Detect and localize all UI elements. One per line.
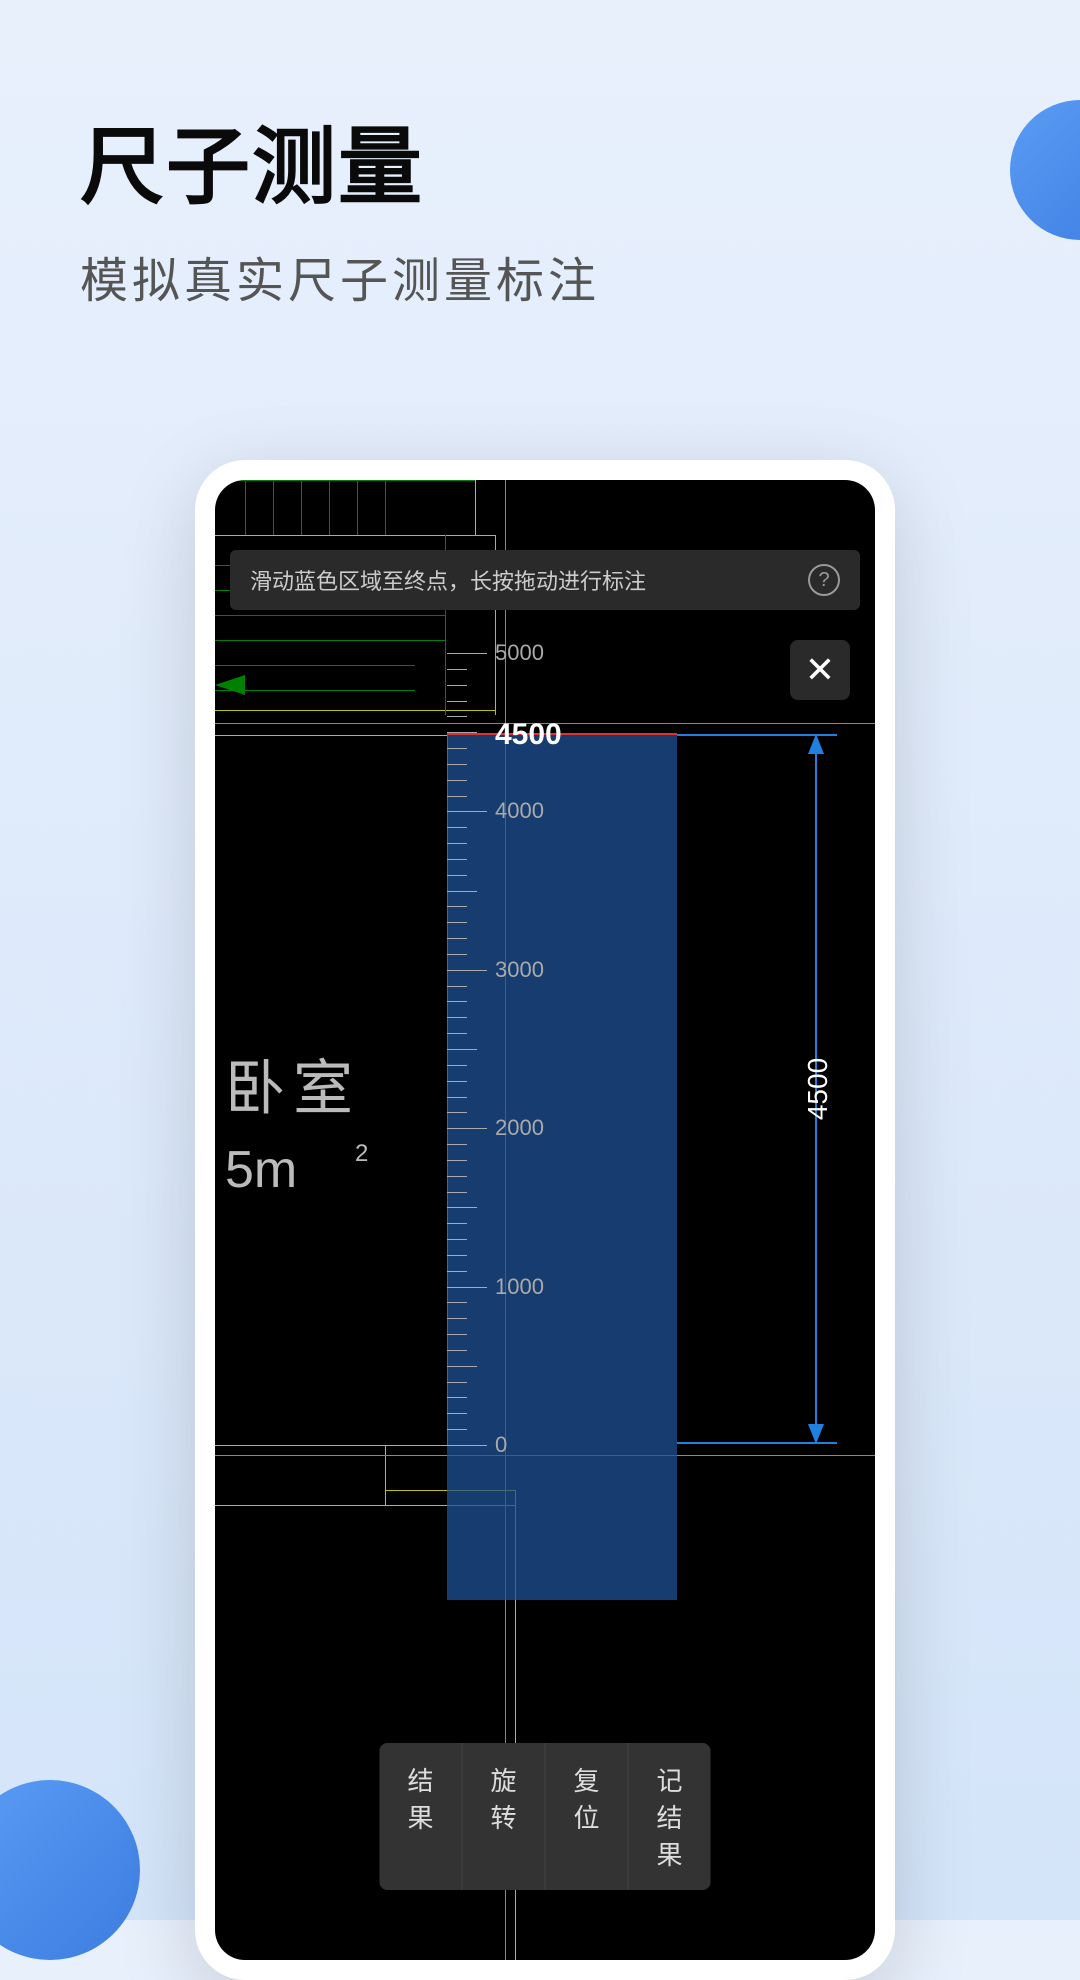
decorative-circle-bottom — [0, 1780, 140, 1960]
hint-bar: 滑动蓝色区域至终点，长按拖动进行标注 ? — [230, 550, 860, 610]
promo-title: 尺子测量 — [80, 100, 1000, 221]
ruler-current-value: 4500 — [495, 718, 562, 752]
ruler-tick-label: 0 — [495, 1432, 507, 1458]
ruler-tick-label: 2000 — [495, 1115, 544, 1141]
result-button[interactable]: 结果 — [379, 1743, 462, 1890]
phone-screen: 卧室 5m 2 滑动蓝色区域至终点，长按拖动进行标注 ? ✕ 5000 — [215, 480, 875, 1960]
measurement-ruler[interactable]: 5000 4000 3000 — [447, 635, 677, 1600]
dimension-value: 4500 — [802, 1058, 834, 1120]
bottom-toolbar: 结果 旋转 复位 记结果 — [379, 1743, 710, 1890]
phone-frame: 卧室 5m 2 滑动蓝色区域至终点，长按拖动进行标注 ? ✕ 5000 — [195, 460, 895, 1980]
cad-room-label: 卧室 — [225, 1040, 361, 1127]
save-result-button[interactable]: 记结果 — [629, 1743, 711, 1890]
reset-button[interactable]: 复位 — [546, 1743, 629, 1890]
cad-room-size-sup: 2 — [355, 1140, 368, 1168]
close-button[interactable]: ✕ — [790, 640, 850, 700]
rotate-button[interactable]: 旋转 — [462, 1743, 545, 1890]
ruler-fill[interactable] — [447, 734, 677, 1600]
ruler-tick-label: 5000 — [495, 640, 544, 666]
cad-room-size: 5m — [225, 1140, 297, 1200]
ruler-tick-label: 3000 — [495, 957, 544, 983]
ruler-current-marker[interactable] — [447, 733, 677, 735]
close-icon: ✕ — [805, 652, 835, 688]
ruler-tick-label: 1000 — [495, 1274, 544, 1300]
promo-header: 尺子测量 模拟真实尺子测量标注 — [0, 0, 1080, 351]
help-icon[interactable]: ? — [808, 564, 840, 596]
promo-subtitle: 模拟真实尺子测量标注 — [80, 241, 1000, 311]
ruler-tick-label: 4000 — [495, 798, 544, 824]
hint-text: 滑动蓝色区域至终点，长按拖动进行标注 — [250, 564, 808, 596]
